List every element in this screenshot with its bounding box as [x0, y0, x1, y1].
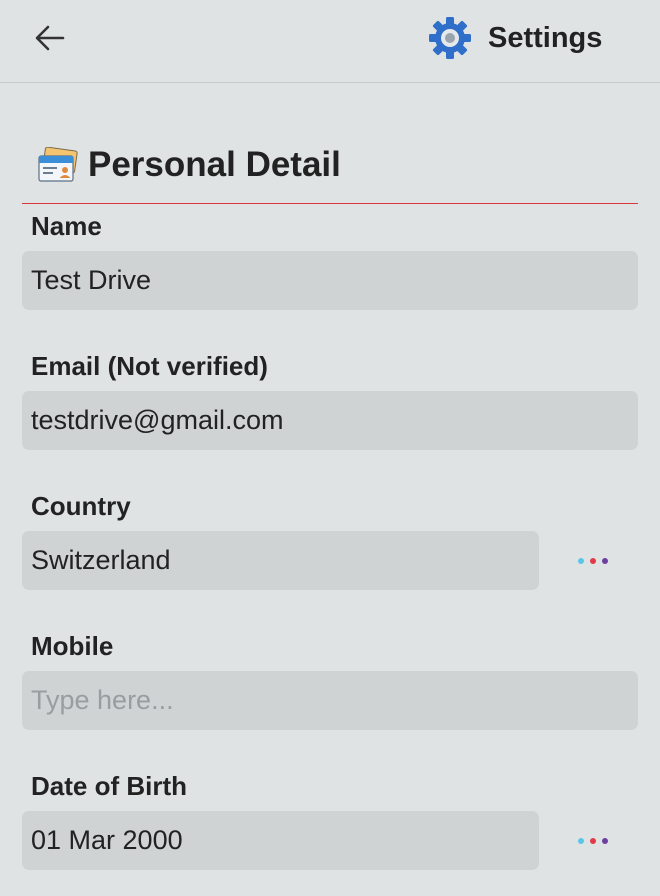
mobile-label: Mobile	[31, 631, 114, 661]
dob-label: Date of Birth	[31, 771, 187, 801]
section-title: Personal Detail	[88, 145, 341, 184]
id-card-icon	[38, 147, 78, 182]
email-field[interactable]: testdrive@gmail.com	[22, 391, 638, 450]
name-field[interactable]: Test Drive	[22, 251, 638, 310]
mobile-placeholder: Type here...	[31, 685, 174, 715]
top-bar: Settings	[0, 0, 660, 83]
section-header: Personal Detail	[38, 144, 341, 186]
settings-button[interactable]: Settings	[428, 16, 602, 60]
settings-label: Settings	[488, 21, 603, 54]
dob-more-button[interactable]	[570, 831, 616, 851]
dob-value: 01 Mar 2000	[31, 825, 183, 855]
more-dots-icon	[578, 558, 608, 564]
country-more-button[interactable]	[570, 551, 616, 571]
country-value: Switzerland	[31, 545, 171, 575]
dob-field[interactable]: 01 Mar 2000	[22, 811, 539, 870]
section-divider	[22, 203, 638, 204]
arrow-left-icon	[35, 25, 65, 51]
name-label: Name	[31, 211, 102, 241]
gear-icon	[429, 17, 471, 59]
country-label: Country	[31, 491, 131, 521]
mobile-field[interactable]: Type here...	[22, 671, 638, 730]
more-dots-icon	[578, 838, 608, 844]
country-field[interactable]: Switzerland	[22, 531, 539, 590]
back-button[interactable]	[30, 18, 70, 58]
email-value: testdrive@gmail.com	[31, 405, 284, 435]
email-label: Email (Not verified)	[31, 351, 268, 381]
name-value: Test Drive	[31, 265, 152, 295]
